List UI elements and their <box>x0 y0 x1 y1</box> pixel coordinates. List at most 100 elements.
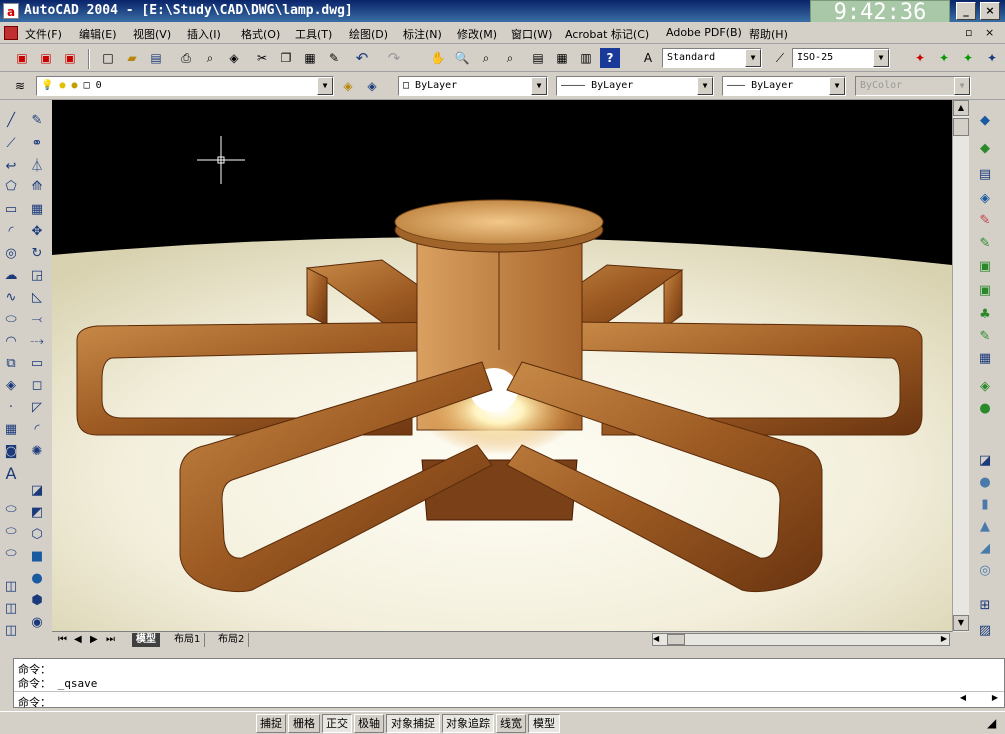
document-icon[interactable] <box>4 26 18 40</box>
snap-toggle[interactable]: 捕捉 <box>256 714 286 733</box>
menu-dimension[interactable]: 标注(N) <box>403 26 442 42</box>
solid-cone-r-icon[interactable]: ▲ <box>974 516 996 538</box>
open-icon[interactable]: ▰ <box>122 48 142 68</box>
line-icon[interactable]: ╱ <box>0 110 22 132</box>
ucs-2-icon[interactable]: ▨ <box>974 620 996 642</box>
multiline-text-icon[interactable]: A <box>0 463 22 485</box>
extend-icon[interactable]: ⤏ <box>26 331 48 353</box>
render-icon-10[interactable]: ▦ <box>974 348 996 370</box>
render-icon-3[interactable]: ▤ <box>974 164 996 186</box>
pan-realtime-icon[interactable]: ✋ <box>428 48 448 68</box>
torus-icon[interactable]: ◉ <box>26 612 48 634</box>
insert-block-icon[interactable]: ⧉ <box>0 353 22 375</box>
pdf-mail-icon[interactable]: ▣ <box>36 48 56 68</box>
move-icon[interactable]: ✥ <box>26 221 48 243</box>
solids-edit-icon-2[interactable]: ◫ <box>0 598 22 620</box>
revision-cloud-icon[interactable]: ☁ <box>0 265 22 287</box>
redo-icon[interactable]: ↷ <box>384 48 404 68</box>
layer-previous-icon[interactable]: ◈ <box>362 76 382 96</box>
break-icon[interactable]: ▭ <box>26 353 48 375</box>
mesh-icon[interactable]: ⬢ <box>26 590 48 612</box>
tab-model[interactable]: 模型 <box>132 633 160 647</box>
mirror-icon[interactable]: ⏃ <box>26 156 48 178</box>
command-window[interactable]: 命令： 命令： _qsave 命令： ◀ ▶ <box>13 658 1005 709</box>
offset-icon[interactable]: ⟰ <box>26 176 48 198</box>
menu-insert[interactable]: 插入(I) <box>187 26 221 42</box>
scale-icon[interactable]: ◲ <box>26 265 48 287</box>
menu-adobe-pdf[interactable]: Adobe PDF(B) <box>666 26 742 39</box>
sphere-icon[interactable]: ● <box>26 568 48 590</box>
rotate-icon[interactable]: ↻ <box>26 243 48 265</box>
ellipse-arc-icon[interactable]: ◠ <box>0 331 22 353</box>
solid-wedge-r-icon[interactable]: ◢ <box>974 538 996 560</box>
render-icon-2[interactable]: ◆ <box>974 138 996 160</box>
polyline-icon[interactable]: ↩ <box>0 156 22 178</box>
solid-cylinder-r-icon[interactable]: ▮ <box>974 494 996 516</box>
match-properties-icon[interactable]: ✎ <box>324 48 344 68</box>
wedge-icon[interactable]: ◩ <box>26 502 48 524</box>
resize-grip-icon[interactable]: ◢ <box>987 716 996 730</box>
tab-next-icon[interactable]: ▶ <box>86 633 102 647</box>
solid-sphere-r-icon[interactable]: ● <box>974 472 996 494</box>
save-icon[interactable]: ▤ <box>146 48 166 68</box>
zoom-realtime-icon[interactable]: 🔍 <box>452 48 472 68</box>
autocad-app-icon[interactable]: a <box>3 3 19 19</box>
menu-view[interactable]: 视图(V) <box>133 26 171 42</box>
osnap-toggle[interactable]: 对象捕捉 <box>386 714 440 733</box>
undo-icon[interactable]: ↶ <box>352 48 372 68</box>
region-icon[interactable]: ◙ <box>0 441 22 463</box>
dim-style-icon[interactable]: ⟋ <box>770 48 790 68</box>
pdf-icon[interactable]: ▣ <box>12 48 32 68</box>
zoom-previous-icon[interactable]: ⌕ <box>500 48 520 68</box>
help-icon[interactable]: ? <box>600 48 620 68</box>
doc-minimize-icon[interactable]: ▫ <box>965 26 972 39</box>
scroll-down-icon[interactable]: ▼ <box>953 615 969 631</box>
layer-select[interactable]: 💡 ● ● □ 0 ▼ <box>36 76 334 96</box>
render-icon-11[interactable]: ◈ <box>974 376 996 398</box>
drawing-viewport[interactable] <box>52 100 952 632</box>
construction-line-icon[interactable]: ⟋ <box>0 133 22 155</box>
dim-style-select[interactable]: ISO-25 ▼ <box>792 48 890 68</box>
print-preview-icon[interactable]: ⌕ <box>200 48 220 68</box>
solid-box-icon[interactable]: ■ <box>26 546 48 568</box>
scroll-left-icon[interactable]: ◀ <box>653 634 659 643</box>
text-style-select[interactable]: Standard ▼ <box>662 48 762 68</box>
cmd-scroll-left-icon[interactable]: ◀ <box>960 693 966 702</box>
tab-prev-icon[interactable]: ◀ <box>70 633 86 647</box>
break-at-point-icon[interactable]: ◻ <box>26 375 48 397</box>
render-icon-9[interactable]: ✎ <box>974 326 996 348</box>
menu-acrobat[interactable]: Acrobat 标记(C) <box>565 26 649 42</box>
ortho-toggle[interactable]: 正交 <box>322 714 352 733</box>
make-layer-current-icon[interactable]: ◈ <box>338 76 358 96</box>
landscape-icon[interactable]: ♣ <box>974 304 996 326</box>
zoom-window-icon[interactable]: ⌕ <box>476 48 496 68</box>
doc-close-icon[interactable]: × <box>985 26 994 39</box>
menu-modify[interactable]: 修改(M) <box>457 26 497 42</box>
hatch-icon[interactable]: ▦ <box>0 419 22 441</box>
scroll-right-icon[interactable]: ▶ <box>941 634 947 643</box>
scroll-thumb[interactable] <box>953 118 969 136</box>
cmd-scroll-right-icon[interactable]: ▶ <box>992 693 998 702</box>
render-icon-7[interactable]: ▣ <box>974 256 996 278</box>
grid-toggle[interactable]: 栅格 <box>288 714 320 733</box>
color-select[interactable]: □ ByLayer ▼ <box>398 76 548 96</box>
rectangle-icon[interactable]: ▭ <box>0 199 22 221</box>
copy-icon[interactable]: ❐ <box>276 48 296 68</box>
menu-format[interactable]: 格式(O) <box>241 26 280 42</box>
pdf-tool-1-icon[interactable]: ✦ <box>910 48 930 68</box>
tab-layout1[interactable]: 布局1 <box>170 633 206 647</box>
render-icon-5[interactable]: ✎ <box>974 210 996 232</box>
linetype-select[interactable]: ———— ByLayer ▼ <box>556 76 714 96</box>
erase-icon[interactable]: ✎ <box>26 110 48 132</box>
fillet-icon[interactable]: ◜ <box>26 419 48 441</box>
new-icon[interactable]: □ <box>98 48 118 68</box>
scroll-up-icon[interactable]: ▲ <box>953 100 969 116</box>
solids-icon-2[interactable]: ⬭ <box>0 521 22 543</box>
box-icon[interactable]: ◪ <box>26 480 48 502</box>
render-icon-6[interactable]: ✎ <box>974 233 996 255</box>
spline-icon[interactable]: ∿ <box>0 287 22 309</box>
trim-icon[interactable]: ⤙ <box>26 309 48 331</box>
lineweight-select[interactable]: ——— ByLayer ▼ <box>722 76 846 96</box>
polar-toggle[interactable]: 极轴 <box>354 714 384 733</box>
menu-help[interactable]: 帮助(H) <box>749 26 788 42</box>
